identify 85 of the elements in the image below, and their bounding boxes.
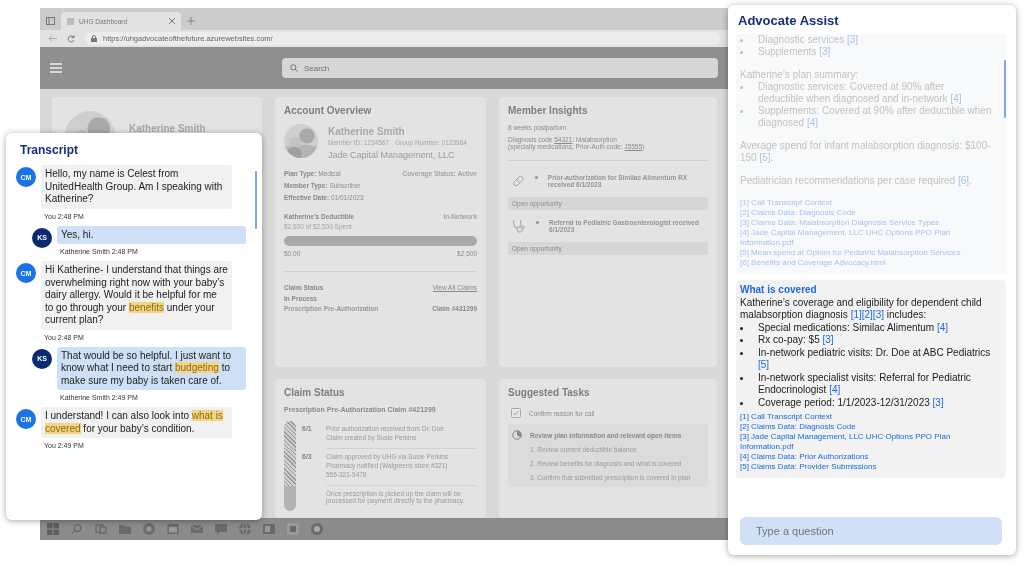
- bullet-icon: [740, 376, 743, 380]
- source-link[interactable]: [3] Jade Capital Management, LLC UHC Options PPO Plan Information.pdf: [740, 432, 998, 452]
- citation-link[interactable]: [4]: [950, 93, 962, 104]
- citation-link[interactable]: [3]: [932, 396, 944, 408]
- card-title: Suggested Tasks: [508, 387, 591, 398]
- source-link[interactable]: [4] Jade Capital Management, LLC UHC Options PPO Plan Information.pdf: [740, 228, 992, 248]
- task-view-icon[interactable]: [94, 522, 108, 536]
- chat-icon[interactable]: [214, 522, 228, 536]
- browser-icon[interactable]: [142, 522, 156, 536]
- citation-link[interactable]: [5]: [759, 152, 771, 163]
- bullet-icon: [740, 339, 743, 342]
- answer-text: Special medications: Similac Alimentum [4]: [758, 321, 950, 334]
- source-link[interactable]: [5] Mean spend at Optum for Pediatric Malabsorption Services: [740, 248, 992, 258]
- bullet-icon: [740, 401, 743, 405]
- windows-icon[interactable]: [46, 522, 60, 536]
- bullet-icon: [740, 351, 743, 355]
- member-name: Katherine Smith: [328, 126, 406, 137]
- message-bubble: That would be so helpful. I just want to know what I need to start budgeting to make sure my baby is taken care of.: [57, 346, 246, 390]
- sidebar-icon[interactable]: [46, 17, 55, 25]
- card-title: Account Overview: [284, 105, 373, 116]
- panel-title: Transcript: [20, 143, 80, 157]
- pill-icon: [512, 173, 525, 189]
- app-icon[interactable]: [286, 522, 300, 536]
- source-link[interactable]: [5] Claims Data: Provider Submissions: [740, 462, 998, 472]
- globe-icon[interactable]: [238, 522, 252, 536]
- bullet-icon: [740, 326, 743, 330]
- bullet-icon: [740, 110, 743, 113]
- checkbox[interactable]: [511, 408, 521, 418]
- bullet-icon: [536, 221, 539, 224]
- citation-link[interactable]: [1][2][3]: [850, 309, 884, 320]
- answer-title: What is covered: [740, 284, 818, 297]
- close-icon[interactable]: [169, 18, 175, 24]
- source-link[interactable]: [4] Claims Data: Prior Authorizations: [740, 452, 998, 462]
- panel-title: Advocate Assist: [738, 13, 840, 28]
- message-bubble: Yes, hi.: [57, 225, 246, 244]
- reload-icon[interactable]: [67, 34, 75, 43]
- message-bubble: Hi Katherine- I understand that things are overwhelming right now with your baby’s dairy allergy. Would it be helpful for me to go through your benefits under your current plan?: [41, 261, 232, 330]
- lock-icon: [91, 35, 97, 42]
- bullet-icon: [740, 86, 743, 89]
- menu-icon[interactable]: [50, 63, 62, 73]
- citation-link[interactable]: [4]: [806, 117, 819, 128]
- summary-text: Supplements [3]: [758, 46, 832, 58]
- answer-text: In-network specialist visits: Referral for Pediatric Endocrinologist [4]: [758, 371, 972, 397]
- citation-link[interactable]: [6]: [957, 175, 969, 186]
- search-icon[interactable]: [70, 522, 84, 536]
- page-icon: [67, 17, 74, 25]
- citation-link[interactable]: [3]: [846, 34, 859, 45]
- new-tab-icon[interactable]: [187, 17, 195, 25]
- source-link[interactable]: [6] Benefits and Coverage Advocacy.html: [740, 258, 992, 268]
- back-icon[interactable]: [48, 35, 57, 42]
- progress-icon: [512, 430, 522, 440]
- scrollbar-thumb[interactable]: [1004, 60, 1006, 118]
- citation-link[interactable]: [4]: [829, 384, 841, 395]
- source-link[interactable]: [1] Call Transcript Context: [740, 198, 992, 208]
- source-link[interactable]: [2] Claims Data: Diagnosis Code: [740, 208, 992, 218]
- card-title: Member Insights: [508, 105, 589, 116]
- answer-text: In-network pediatric visits: Dr. Doe at ABC Pediatrics [5]: [758, 346, 992, 372]
- bullet-icon: [534, 176, 538, 179]
- answer-text: Coverage period: 1/1/2023-12/31/2023 [3]: [758, 396, 945, 409]
- citation-link[interactable]: [3]: [822, 334, 834, 345]
- source-link[interactable]: [3] Claims Data: Malabsorption Diagnosis Service Types: [740, 218, 992, 228]
- citation-link[interactable]: [5]: [758, 359, 770, 370]
- app-icon[interactable]: [310, 522, 324, 536]
- member-name: Katherine Smith: [129, 123, 206, 134]
- employer-name: Jade Capital Management, LLC: [328, 150, 456, 160]
- folder-icon[interactable]: [118, 522, 132, 536]
- search-icon: [289, 64, 298, 72]
- mail-icon[interactable]: [190, 522, 204, 536]
- scrollbar-thumb[interactable]: [255, 171, 257, 229]
- source-link[interactable]: [1] Call Transcript Context: [740, 412, 998, 422]
- app-icon[interactable]: [262, 522, 276, 536]
- stethoscope-icon: [512, 218, 526, 234]
- bullet-icon: [740, 51, 743, 54]
- search-field[interactable]: Search: [281, 58, 718, 78]
- answer-text: Rx co-pay: $5 [3]: [758, 334, 835, 347]
- message-bubble: I understand! I can also look into what is covered for your baby’s condition.: [41, 407, 232, 438]
- calendar-icon[interactable]: [166, 522, 180, 536]
- citation-link[interactable]: [4]: [936, 321, 949, 333]
- citation-link[interactable]: [3]: [819, 46, 831, 57]
- source-link[interactable]: [2] Claims Data: Diagnosis Code: [740, 422, 998, 432]
- answer-text: Katherine’s coverage and eligibility for dependent child malabsorption diagnosis [1][2][3] includes:: [740, 296, 983, 322]
- bullet-icon: [740, 39, 743, 42]
- message-bubble: Hello, my name is Celest from UnitedHealth Group. Am I speaking with Katherine?: [41, 165, 232, 209]
- card-title: Claim Status: [284, 387, 346, 398]
- question-field[interactable]: Type a question: [740, 517, 1002, 545]
